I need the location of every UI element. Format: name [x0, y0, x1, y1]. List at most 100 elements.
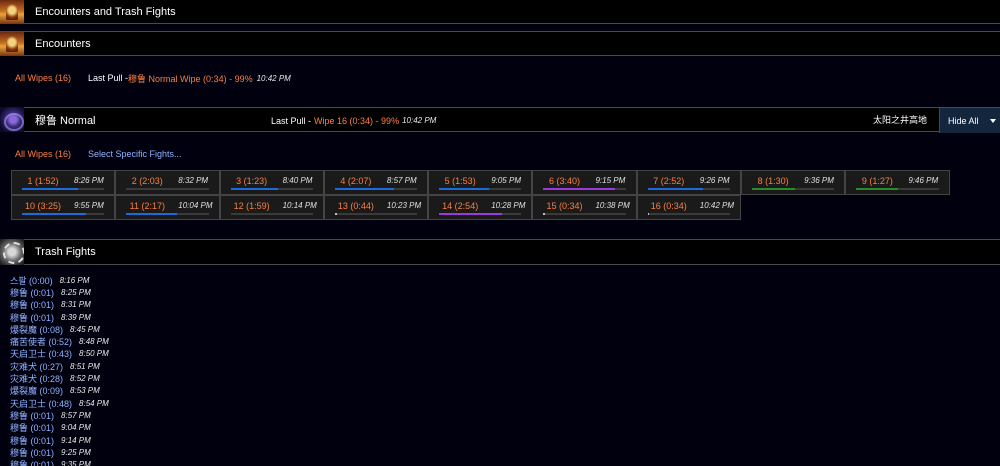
- fight-time: 9:36 PM: [804, 176, 834, 185]
- fight-label: 13 (0:44): [337, 201, 374, 211]
- trash-item: 天启卫士 (0:43) 8:50 PM: [10, 348, 109, 360]
- trash-item: 痛苦使者 (0:52) 8:48 PM: [10, 335, 109, 347]
- fight-progress-fill: [647, 213, 650, 215]
- fight-time: 8:26 PM: [74, 176, 104, 185]
- fight-cell[interactable]: 7 (2:52) 9:26 PM: [636, 170, 742, 195]
- fight-progress-bar: [126, 213, 209, 215]
- fight-cell[interactable]: 14 (2:54) 10:28 PM: [428, 195, 533, 220]
- trash-fight-link[interactable]: 天启卫士 (0:48): [10, 397, 72, 410]
- boss-last-pull-link[interactable]: Wipe 16 (0:34) - 99%: [314, 116, 399, 126]
- zone-name: 太阳之井高地: [873, 115, 928, 125]
- fight-label: 12 (1:59): [233, 201, 270, 211]
- trash-item: 穆鲁 (0:01) 9:25 PM: [10, 446, 109, 458]
- boss-last-pull-label: Last Pull -: [271, 115, 312, 126]
- fight-progress-fill: [334, 213, 337, 215]
- trash-item: 穆鲁 (0:01) 8:39 PM: [10, 311, 109, 323]
- fight-label: 5 (1:53): [444, 176, 476, 186]
- trash-fight-link[interactable]: 爆裂魔 (0:08): [10, 323, 63, 336]
- page-title: Encounters and Trash Fights: [35, 5, 176, 18]
- fight-label: 11 (2:17): [129, 201, 165, 211]
- trash-fight-time: 9:25 PM: [61, 447, 91, 457]
- fight-time: 10:14 PM: [282, 201, 317, 210]
- fight-cell[interactable]: 13 (0:44) 10:23 PM: [323, 195, 429, 220]
- last-pull-label: Last Pull -: [88, 73, 129, 83]
- trash-fight-link[interactable]: 穆鲁 (0:01): [10, 421, 54, 434]
- fight-progress-fill: [856, 188, 898, 190]
- trash-item: 爆裂魔 (0:09) 8:53 PM: [10, 385, 109, 397]
- trash-fight-time: 8:39 PM: [61, 312, 91, 322]
- fight-grid: 1 (1:52) 8:26 PM 2 (2:03) 8:32 PM 3 (1:23) 8:…: [11, 170, 950, 220]
- fight-progress-bar: [334, 213, 418, 215]
- trash-fight-link[interactable]: 灾难犬 (0:28): [10, 372, 63, 385]
- trash-fight-link[interactable]: 穆鲁 (0:01): [10, 409, 54, 422]
- trash-title: Trash Fights: [35, 246, 96, 258]
- trash-fight-link[interactable]: 穆鲁 (0:01): [10, 434, 54, 447]
- fight-label: 9 (1:27): [861, 176, 893, 186]
- fight-time: 8:40 PM: [282, 176, 313, 185]
- trash-fight-time: 8:45 PM: [70, 324, 100, 334]
- last-pull-link[interactable]: 穆鲁 Normal Wipe (0:34) - 99%: [128, 72, 253, 85]
- trash-fight-time: 8:50 PM: [79, 349, 109, 359]
- trash-fight-link[interactable]: 天启卫士 (0:43): [10, 347, 72, 360]
- boss-icon: [0, 107, 24, 132]
- fight-cell[interactable]: 4 (2:07) 8:57 PM: [323, 170, 429, 195]
- fight-label: 4 (2:07): [340, 176, 372, 186]
- trash-item: 灾难犬 (0:28) 8:52 PM: [10, 372, 109, 384]
- fight-cell[interactable]: 9 (1:27) 9:46 PM: [845, 170, 950, 195]
- fight-progress-bar: [22, 213, 105, 215]
- encounter-icon: [0, 0, 24, 24]
- boss-title: 穆鲁 Normal: [35, 114, 96, 127]
- trash-fight-link[interactable]: 灾难犬 (0:27): [10, 360, 63, 373]
- trash-fight-time: 8:53 PM: [70, 386, 100, 396]
- trash-fight-link[interactable]: 穆鲁 (0:01): [10, 286, 54, 299]
- trash-fight-link[interactable]: 穆鲁 (0:01): [10, 311, 54, 324]
- encounter-icon: [0, 31, 24, 56]
- fight-label: 16 (0:34): [650, 201, 687, 211]
- trash-fight-link[interactable]: 穆鲁 (0:01): [10, 298, 54, 311]
- fight-time: 9:46 PM: [908, 176, 939, 185]
- fight-cell[interactable]: 8 (1:30) 9:36 PM: [741, 170, 846, 195]
- trash-fight-time: 8:48 PM: [79, 337, 109, 347]
- fight-cell[interactable]: 10 (3:25) 9:55 PM: [11, 195, 116, 220]
- fight-time: 9:55 PM: [74, 201, 104, 210]
- trash-fight-link[interactable]: 痛苦使者 (0:52): [10, 335, 72, 348]
- fight-cell[interactable]: 12 (1:59) 10:14 PM: [219, 195, 324, 220]
- fight-label: 15 (0:34): [546, 201, 583, 211]
- fight-cell[interactable]: 2 (2:03) 8:32 PM: [115, 170, 220, 195]
- trash-fight-link[interactable]: 스팔 (0:00): [10, 274, 53, 287]
- fight-progress-bar: [126, 188, 209, 190]
- fight-cell[interactable]: 6 (3:40) 9:15 PM: [532, 170, 637, 195]
- fight-progress-bar: [647, 188, 731, 190]
- fight-progress-bar: [230, 188, 313, 190]
- fight-time: 10:04 PM: [178, 201, 213, 210]
- boss-last-pull-time: 10:42 PM: [402, 116, 437, 125]
- boss-all-wipes-link[interactable]: All Wipes (16): [15, 149, 71, 159]
- fight-cell[interactable]: 16 (0:34) 10:42 PM: [636, 195, 742, 220]
- trash-item: 穆鲁 (0:01) 9:35 PM: [10, 458, 109, 466]
- trash-fight-link[interactable]: 穆鲁 (0:01): [10, 458, 54, 466]
- fight-time: 10:42 PM: [699, 201, 735, 210]
- trash-fight-time: 8:54 PM: [79, 398, 109, 408]
- trash-item: 穆鲁 (0:01) 8:25 PM: [10, 286, 109, 298]
- fight-progress-fill: [543, 188, 616, 190]
- fight-cell[interactable]: 5 (1:53) 9:05 PM: [428, 170, 533, 195]
- fight-cell[interactable]: 15 (0:34) 10:38 PM: [532, 195, 637, 220]
- fight-progress-fill: [543, 213, 546, 215]
- trash-item: 灾难犬 (0:27) 8:51 PM: [10, 360, 109, 372]
- trash-fight-link[interactable]: 爆裂魔 (0:09): [10, 384, 63, 397]
- fight-progress-fill: [647, 188, 703, 190]
- trash-icon: [0, 239, 24, 265]
- fight-cell[interactable]: 1 (1:52) 8:26 PM: [11, 170, 116, 195]
- all-wipes-link[interactable]: All Wipes (16): [15, 73, 71, 83]
- fight-time: 8:57 PM: [386, 176, 417, 185]
- fight-cell[interactable]: 3 (1:23) 8:40 PM: [219, 170, 324, 195]
- fight-label: 10 (3:25): [24, 201, 62, 211]
- fight-cell[interactable]: 11 (2:17) 10:04 PM: [115, 195, 220, 220]
- encounters-title: Encounters: [35, 37, 91, 50]
- hide-all-button[interactable]: Hide All: [939, 108, 1000, 133]
- boss-last-pull: Last Pull - Wipe 16 (0:34) - 99% 10:42 P…: [271, 108, 436, 133]
- select-fights-link[interactable]: Select Specific Fights...: [88, 149, 182, 159]
- trash-fight-link[interactable]: 穆鲁 (0:01): [10, 446, 54, 459]
- fight-time: 10:23 PM: [386, 201, 422, 210]
- fight-progress-fill: [439, 188, 489, 190]
